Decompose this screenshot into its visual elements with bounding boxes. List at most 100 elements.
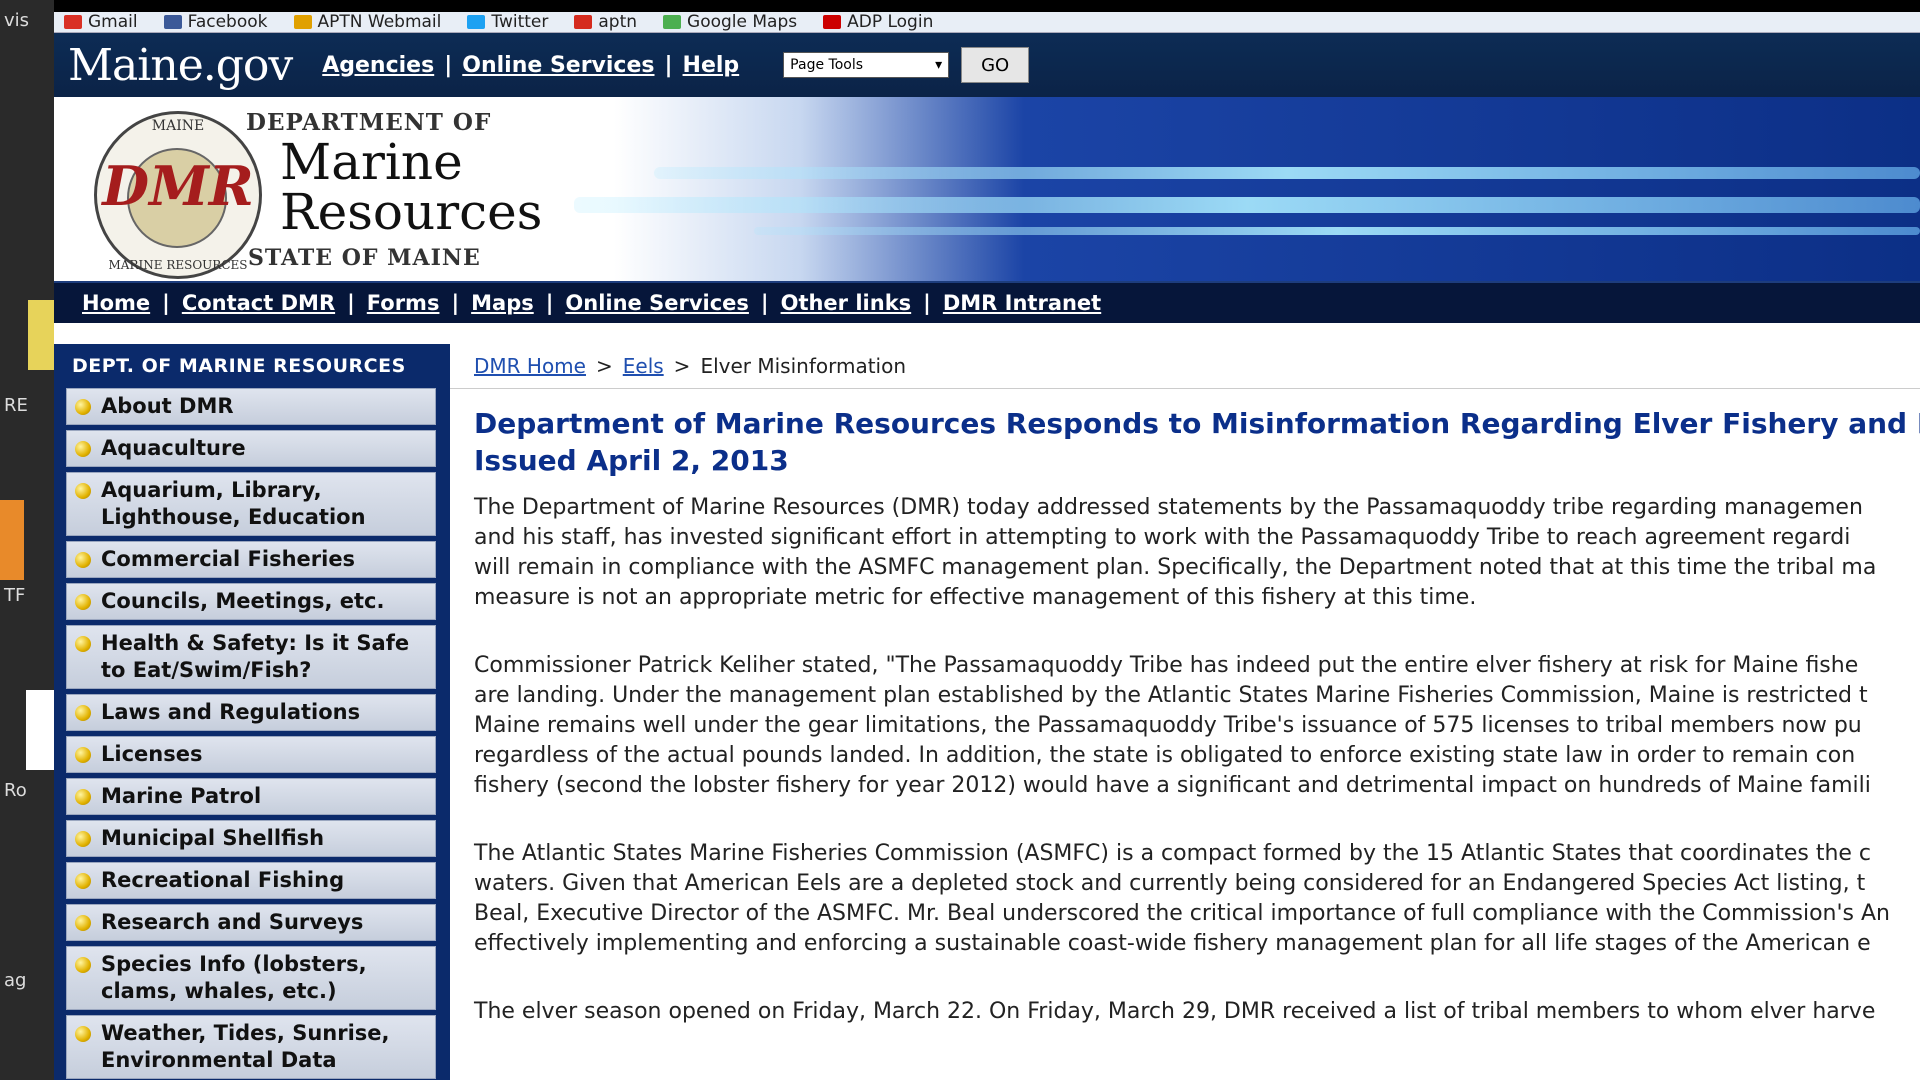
- bookmarks-bar: Gmail Facebook APTN Webmail Twitter aptn Goog…: [54, 12, 1920, 33]
- help-link[interactable]: Help: [683, 53, 740, 78]
- sidebar-item[interactable]: Species Info (lobsters, clams, whales, e…: [66, 946, 436, 1010]
- agencies-link[interactable]: Agencies: [322, 53, 434, 78]
- bullet-icon: [75, 552, 91, 568]
- banner-wave: [754, 227, 1920, 235]
- separator: |: [444, 52, 453, 78]
- banner-wave: [654, 167, 1920, 179]
- paragraph-line: waters. Given that American Eels are a d…: [474, 871, 1866, 896]
- sidebar-item-label: About DMR: [101, 394, 234, 418]
- headline-issued-date: Issued April 2, 2013: [474, 444, 789, 477]
- sidebar-item[interactable]: Weather, Tides, Sunrise, Environmental D…: [66, 1015, 436, 1079]
- nav-link-online-services[interactable]: Online Services: [565, 291, 749, 315]
- bookmark-item[interactable]: Google Maps: [663, 12, 797, 32]
- browser-window: Gmail Facebook APTN Webmail Twitter aptn Goog…: [54, 12, 1920, 1080]
- background-text-fragment: Ro: [4, 780, 27, 801]
- bookmark-item[interactable]: Facebook: [163, 12, 268, 32]
- sidebar-item-label: Licenses: [101, 742, 203, 766]
- dmr-nav-bar: Home | Contact DMR | Forms | Maps | Online Servi…: [54, 281, 1920, 323]
- sidebar-item[interactable]: Laws and Regulations: [66, 694, 436, 731]
- bookmark-label: aptn: [598, 12, 638, 32]
- nav-link-home[interactable]: Home: [82, 291, 150, 315]
- paragraph-line: and his staff, has invested significant …: [474, 525, 1851, 550]
- bookmark-label: APTN Webmail: [317, 12, 442, 32]
- sidebar-item[interactable]: Aquarium, Library, Lighthouse, Education: [66, 472, 436, 536]
- bookmark-icon: [163, 15, 182, 29]
- online-services-link[interactable]: Online Services: [462, 53, 654, 78]
- sidebar-item[interactable]: Licenses: [66, 736, 436, 773]
- page-tools-select[interactable]: Page Tools ▾: [783, 52, 950, 78]
- breadcrumb-dmr-home[interactable]: DMR Home: [474, 354, 586, 378]
- paragraph-line: Beal, Executive Director of the ASMFC. M…: [474, 901, 1890, 926]
- separator: |: [923, 291, 931, 315]
- sidebar-title: DEPT. OF MARINE RESOURCES: [72, 355, 406, 377]
- sidebar-item[interactable]: Municipal Shellfish: [66, 820, 436, 857]
- separator: |: [162, 291, 170, 315]
- seal-top-text: MAINE: [151, 118, 205, 134]
- bookmark-icon: [663, 15, 682, 29]
- nav-link-maps[interactable]: Maps: [471, 291, 534, 315]
- banner-state-of-maine: STATE OF MAINE: [248, 245, 481, 271]
- breadcrumb: DMR Home > Eels > Elver Misinformation: [450, 344, 1920, 389]
- bookmark-item[interactable]: APTN Webmail: [293, 12, 442, 32]
- sidebar-item-label: Recreational Fishing: [101, 868, 345, 892]
- nav-link-dmr-intranet[interactable]: DMR Intranet: [943, 291, 1101, 315]
- bookmark-icon: [823, 15, 842, 29]
- bookmark-icon: [293, 15, 312, 29]
- go-button[interactable]: GO: [961, 47, 1030, 83]
- nav-link-other-links[interactable]: Other links: [781, 291, 912, 315]
- background-window-fragment: [26, 690, 54, 770]
- bookmark-icon: [574, 15, 593, 29]
- sidebar-item[interactable]: Recreational Fishing: [66, 862, 436, 899]
- sidebar-item[interactable]: Commercial Fisheries: [66, 541, 436, 578]
- sidebar-item[interactable]: Aquaculture: [66, 430, 436, 467]
- chevron-down-icon: ▾: [935, 57, 943, 73]
- bookmark-label: Google Maps: [687, 12, 798, 32]
- paragraph-line: are landing. Under the management plan e…: [474, 683, 1868, 708]
- main-content: DMR Home > Eels > Elver Misinformation D…: [450, 344, 1920, 1080]
- separator: |: [664, 52, 673, 78]
- nav-link-forms[interactable]: Forms: [367, 291, 440, 315]
- bookmark-item[interactable]: Gmail: [64, 12, 138, 32]
- breadcrumb-eels[interactable]: Eels: [623, 354, 664, 378]
- sidebar-item[interactable]: Councils, Meetings, etc.: [66, 583, 436, 620]
- banner-title-line1: Marine: [280, 133, 463, 191]
- sidebar-item-label: Municipal Shellfish: [101, 826, 325, 850]
- banner-department-of: DEPARTMENT OF: [246, 109, 492, 136]
- dmr-banner: MAINE DMR MARINE RESOURCES DEPARTMENT OF…: [54, 97, 1920, 281]
- sidebar-item-label: Health & Safety: Is it Safe to Eat/Swim/…: [101, 631, 410, 682]
- sidebar-item[interactable]: About DMR: [66, 388, 436, 425]
- breadcrumb-current: Elver Misinformation: [700, 354, 907, 378]
- sidebar-item[interactable]: Health & Safety: Is it Safe to Eat/Swim/…: [66, 625, 436, 689]
- bookmark-label: Facebook: [187, 12, 268, 32]
- banner-title: Marine Resources: [280, 137, 542, 237]
- separator: |: [760, 291, 769, 315]
- separator: |: [347, 291, 355, 315]
- banner-wave: [574, 197, 1920, 213]
- sidebar-item-label: Research and Surveys: [101, 910, 364, 934]
- sidebar-item-label: Councils, Meetings, etc.: [101, 589, 385, 613]
- bookmark-icon: [467, 15, 486, 29]
- paragraph-line: effectively implementing and enforcing a…: [474, 931, 1871, 956]
- bookmark-icon: [64, 15, 82, 29]
- sidebar: DEPT. OF MARINE RESOURCES About DMR Aquac…: [54, 344, 450, 1080]
- bullet-icon: [75, 873, 91, 889]
- bookmark-item[interactable]: aptn: [574, 12, 637, 32]
- sidebar-item[interactable]: Research and Surveys: [66, 904, 436, 941]
- sidebar-item[interactable]: Marine Patrol: [66, 778, 436, 815]
- paragraph-line: The Department of Marine Resources (DMR)…: [474, 495, 1863, 520]
- sidebar-item-label: Aquarium, Library, Lighthouse, Education: [101, 478, 366, 529]
- breadcrumb-separator: >: [673, 354, 691, 378]
- banner-title-line2: Resources: [280, 183, 543, 241]
- bookmark-label: Twitter: [491, 12, 549, 32]
- article-paragraph: The Atlantic States Marine Fisheries Com…: [474, 839, 1920, 959]
- bullet-icon: [75, 831, 91, 847]
- dmr-seal-logo[interactable]: MAINE DMR MARINE RESOURCES: [94, 111, 262, 279]
- background-window-fragment: [28, 300, 54, 370]
- nav-link-contact-dmr[interactable]: Contact DMR: [182, 291, 335, 315]
- background-text-fragment: RE: [4, 395, 28, 416]
- background-text-fragment: TF: [4, 585, 26, 606]
- bookmark-item[interactable]: Twitter: [467, 12, 548, 32]
- bookmark-item[interactable]: ADP Login: [823, 12, 933, 32]
- maine-gov-logo[interactable]: Maine.gov: [68, 40, 293, 91]
- bullet-icon: [75, 915, 91, 931]
